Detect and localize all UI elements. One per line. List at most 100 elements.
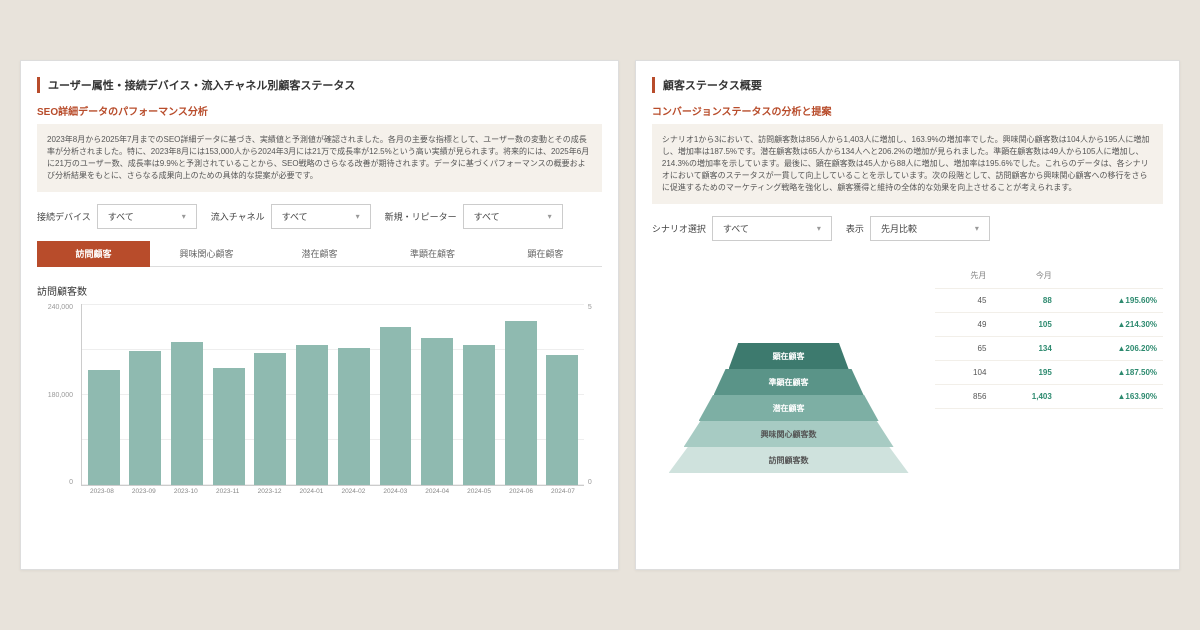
y2-tick: 0: [588, 479, 602, 486]
x-tick: 2023-10: [165, 488, 207, 504]
table-row: 49105▲214.30%: [935, 313, 1163, 337]
cell-delta: ▲163.90%: [1058, 385, 1163, 409]
chart-plot-area: [81, 304, 584, 486]
cell-prev: 104: [935, 361, 992, 385]
filter-device-label: 接続デバイス: [37, 210, 91, 223]
filter-row: シナリオ選択 すべて ▾ 表示 先月比較 ▾: [652, 216, 1163, 241]
chevron-down-icon: ▾: [817, 224, 821, 233]
bar: [338, 348, 370, 485]
x-tick: 2024-05: [458, 488, 500, 504]
table-row: 4588▲195.60%: [935, 289, 1163, 313]
table-head-curr: 今月: [992, 263, 1057, 289]
bar: [171, 342, 203, 485]
x-tick: 2023-12: [249, 488, 291, 504]
x-tick: 2024-04: [416, 488, 458, 504]
filter-scenario-label: シナリオ選択: [652, 222, 706, 235]
cell-prev: 49: [935, 313, 992, 337]
x-tick: 2024-07: [542, 488, 584, 504]
filter-channel-label: 流入チャネル: [211, 210, 265, 223]
filter-device-select[interactable]: すべて ▾: [97, 204, 197, 229]
bar: [380, 327, 412, 485]
chevron-down-icon: ▾: [975, 224, 979, 233]
x-tick: 2024-06: [500, 488, 542, 504]
cell-curr: 88: [992, 289, 1057, 313]
bar: [546, 355, 578, 485]
filter-repeat-label: 新規・リピーター: [385, 210, 457, 223]
chevron-down-icon: ▾: [356, 212, 360, 221]
bar: [505, 321, 537, 485]
y2-tick: 5: [588, 304, 602, 311]
funnel-layer: 興味関心顧客数: [684, 421, 894, 447]
cell-prev: 856: [935, 385, 992, 409]
filter-scenario-select[interactable]: すべて ▾: [712, 216, 832, 241]
panel-status-summary: 顧客ステータス概要 コンバージョンステータスの分析と提案 シナリオ1から3におい…: [635, 60, 1180, 570]
y-axis-secondary: 50: [588, 304, 602, 486]
panel-title: 顧客ステータス概要: [652, 77, 1163, 93]
tab-1[interactable]: 興味関心顧客: [150, 241, 263, 267]
funnel-layer: 顕在顧客: [729, 343, 849, 369]
chevron-down-icon: ▾: [182, 212, 186, 221]
bar: [254, 353, 286, 485]
filter-device-value: すべて: [108, 210, 134, 223]
description-box: シナリオ1から3において、訪問顧客数は856人から1,403人に増加し、163.…: [652, 124, 1163, 204]
cell-delta: ▲187.50%: [1058, 361, 1163, 385]
y-tick: 240,000: [37, 304, 73, 311]
chart-title: 訪問顧客数: [37, 283, 602, 298]
cell-delta: ▲214.30%: [1058, 313, 1163, 337]
cell-curr: 1,403: [992, 385, 1057, 409]
cell-delta: ▲206.20%: [1058, 337, 1163, 361]
cell-delta: ▲195.60%: [1058, 289, 1163, 313]
filter-row: 接続デバイス すべて ▾ 流入チャネル すべて ▾ 新規・リピーター すべて ▾: [37, 204, 602, 229]
filter-repeat-value: すべて: [474, 210, 500, 223]
funnel-chart: 顕在顧客準顕在顧客潜在顧客興味関心顧客数訪問顧客数: [652, 263, 925, 553]
y-axis: 240,000 180,000 0: [37, 304, 77, 486]
panel-title: ユーザー属性・接続デバイス・流入チャネル別顧客ステータス: [37, 77, 602, 93]
table-head-prev: 先月: [935, 263, 992, 289]
cell-curr: 105: [992, 313, 1057, 337]
x-tick: 2023-08: [81, 488, 123, 504]
tab-4[interactable]: 顕在顧客: [489, 241, 602, 267]
bar: [463, 345, 495, 485]
table-row: 104195▲187.50%: [935, 361, 1163, 385]
bar: [296, 345, 328, 485]
x-tick: 2023-09: [123, 488, 165, 504]
panel-subtitle: コンバージョンステータスの分析と提案: [652, 103, 1163, 118]
cell-curr: 195: [992, 361, 1057, 385]
bar: [88, 370, 120, 485]
filter-display-select[interactable]: 先月比較 ▾: [870, 216, 990, 241]
filter-channel-value: すべて: [282, 210, 308, 223]
bar: [421, 338, 453, 485]
y-tick: 0: [37, 479, 73, 486]
bar: [129, 351, 161, 485]
filter-repeat-select[interactable]: すべて ▾: [463, 204, 563, 229]
tab-0[interactable]: 訪問顧客: [37, 241, 150, 267]
bar: [213, 368, 245, 485]
tab-bar: 訪問顧客興味関心顧客潜在顧客準顕在顧客顕在顧客: [37, 241, 602, 267]
panel-subtitle: SEO詳細データのパフォーマンス分析: [37, 103, 602, 118]
filter-display-value: 先月比較: [881, 222, 917, 235]
filter-channel-select[interactable]: すべて ▾: [271, 204, 371, 229]
table-row: 8561,403▲163.90%: [935, 385, 1163, 409]
x-tick: 2024-03: [374, 488, 416, 504]
tab-3[interactable]: 準顕在顧客: [376, 241, 489, 267]
filter-scenario-value: すべて: [723, 222, 749, 235]
panel-customer-status: ユーザー属性・接続デバイス・流入チャネル別顧客ステータス SEO詳細データのパフ…: [20, 60, 619, 570]
comparison-table: 先月 今月 4588▲195.60%49105▲214.30%65134▲206…: [935, 263, 1163, 553]
cell-prev: 65: [935, 337, 992, 361]
funnel-layer: 訪問顧客数: [669, 447, 909, 473]
y-tick: 180,000: [37, 392, 73, 399]
cell-prev: 45: [935, 289, 992, 313]
bar-chart: 240,000180,0000 50 2023-082023-092023-10…: [37, 304, 602, 504]
x-axis: 2023-082023-092023-102023-112023-122024-…: [81, 488, 584, 504]
cell-curr: 134: [992, 337, 1057, 361]
table-row: 65134▲206.20%: [935, 337, 1163, 361]
x-tick: 2024-02: [332, 488, 374, 504]
tab-2[interactable]: 潜在顧客: [263, 241, 376, 267]
x-tick: 2023-11: [207, 488, 249, 504]
funnel-layer: 準顕在顧客: [714, 369, 864, 395]
x-tick: 2024-01: [291, 488, 333, 504]
filter-display-label: 表示: [846, 222, 864, 235]
description-box: 2023年8月から2025年7月までのSEO詳細データに基づき、実績値と予測値が…: [37, 124, 602, 192]
funnel-layer: 潜在顧客: [699, 395, 879, 421]
chevron-down-icon: ▾: [548, 212, 552, 221]
